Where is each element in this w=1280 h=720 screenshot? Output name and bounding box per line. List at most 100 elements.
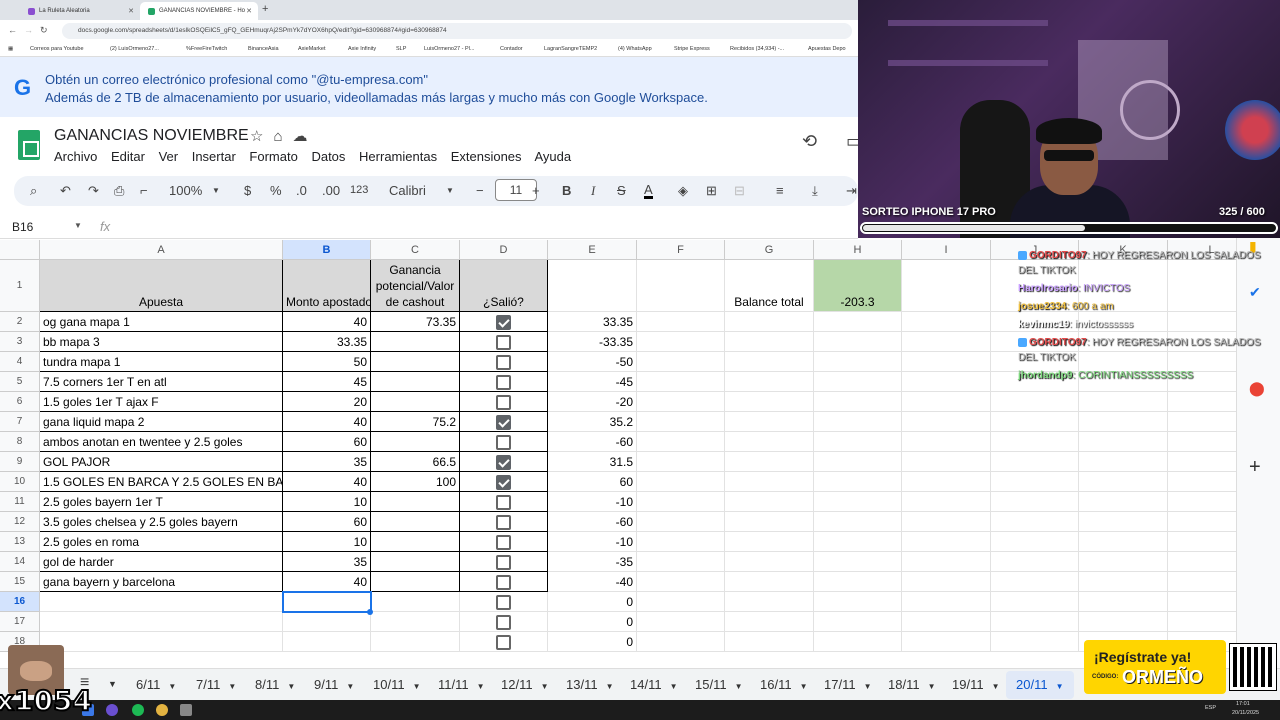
bet-result[interactable]: -10	[548, 532, 637, 552]
bet-amount[interactable]: 40	[283, 412, 371, 432]
bet-payout[interactable]	[371, 332, 460, 352]
bet-description[interactable]: gol de harder	[40, 552, 283, 572]
spotify-icon[interactable]	[132, 704, 144, 716]
bet-result[interactable]: 31.5	[548, 452, 637, 472]
bet-payout[interactable]: 100	[371, 472, 460, 492]
bet-payout[interactable]: 73.35	[371, 312, 460, 332]
won-checkbox[interactable]	[496, 394, 511, 410]
cell[interactable]	[1079, 512, 1168, 532]
bet-payout[interactable]	[371, 572, 460, 592]
star-icon[interactable]: ☆	[250, 128, 273, 145]
bookmark-item[interactable]: (4) WhatsApp	[618, 46, 652, 52]
cell[interactable]	[991, 392, 1079, 412]
won-cell[interactable]	[460, 612, 548, 632]
cell[interactable]	[902, 612, 991, 632]
bet-result[interactable]: -60	[548, 512, 637, 532]
bookmark-item[interactable]: (2) LuisOrmeno27...	[110, 46, 159, 52]
row-header[interactable]: 14	[0, 552, 40, 572]
row-header[interactable]: 5	[0, 372, 40, 392]
won-checkbox[interactable]	[496, 554, 511, 570]
taskbar-app-icon[interactable]	[180, 704, 192, 716]
cell[interactable]	[637, 512, 725, 532]
paint-format-icon[interactable]: ⌐	[140, 183, 148, 198]
cell[interactable]	[902, 592, 991, 612]
font-select[interactable]: Calibri	[389, 183, 426, 198]
cell[interactable]	[814, 492, 902, 512]
balance-label[interactable]: Balance total	[725, 260, 814, 312]
bet-description[interactable]	[40, 592, 283, 612]
chevron-down-icon[interactable]: ▼	[168, 682, 176, 691]
cell[interactable]	[637, 612, 725, 632]
row-header[interactable]: 8	[0, 432, 40, 452]
cell[interactable]	[814, 512, 902, 532]
sheet-tab[interactable]: 14/11 ▼	[630, 677, 678, 692]
cell[interactable]	[725, 552, 814, 572]
won-checkbox[interactable]	[496, 414, 511, 430]
column-header-c[interactable]: C	[371, 240, 460, 260]
column-header-h[interactable]: H	[814, 240, 902, 260]
bet-amount[interactable]: 35	[283, 552, 371, 572]
bet-description[interactable]: gana liquid mapa 2	[40, 412, 283, 432]
cell[interactable]	[725, 432, 814, 452]
row-header[interactable]: 4	[0, 352, 40, 372]
bet-amount[interactable]: 10	[283, 532, 371, 552]
bet-amount[interactable]: 60	[283, 512, 371, 532]
url-input[interactable]: docs.google.com/spreadsheets/d/1eslkOSQE…	[62, 23, 852, 39]
balance-value[interactable]: -203.3	[814, 260, 902, 312]
text-color-button[interactable]: A	[644, 183, 653, 199]
font-size-input[interactable]: 11	[495, 179, 537, 201]
fill-color-icon[interactable]: ◈	[678, 183, 688, 199]
row-header[interactable]: 12	[0, 512, 40, 532]
cell[interactable]	[814, 392, 902, 412]
bet-result[interactable]: -35	[548, 552, 637, 572]
chevron-down-icon[interactable]: ▼	[992, 682, 1000, 691]
bet-description[interactable]	[40, 632, 283, 652]
sheet-tab[interactable]: 7/11 ▼	[196, 677, 236, 692]
header-salio[interactable]: ¿Salió?	[460, 260, 548, 312]
sheet-tab[interactable]: 12/11 ▼	[501, 677, 549, 692]
more-formats-button[interactable]: 123	[350, 184, 368, 196]
bet-description[interactable]: tundra mapa 1	[40, 352, 283, 372]
bet-description[interactable]: 1.5 goles 1er T ajax F	[40, 392, 283, 412]
menu-insertar[interactable]: Insertar	[192, 149, 236, 164]
header-monto[interactable]: Monto apostado	[283, 260, 371, 312]
bet-payout[interactable]	[371, 552, 460, 572]
won-checkbox[interactable]	[496, 474, 511, 490]
bet-amount[interactable]	[283, 612, 371, 632]
cell[interactable]	[1079, 612, 1168, 632]
cell[interactable]	[725, 572, 814, 592]
clock-time[interactable]: 17:01	[1236, 701, 1250, 707]
zoom-select[interactable]: 100%	[169, 183, 202, 198]
column-header-d[interactable]: D	[460, 240, 548, 260]
row-header[interactable]: 7	[0, 412, 40, 432]
cell[interactable]	[902, 332, 991, 352]
cell[interactable]	[1079, 452, 1168, 472]
cell[interactable]	[725, 512, 814, 532]
bet-result[interactable]: -10	[548, 492, 637, 512]
cell[interactable]	[1079, 492, 1168, 512]
search-menus-icon[interactable]: ⌕	[30, 183, 37, 199]
bookmark-item[interactable]: LagranSangreTEMP2	[544, 46, 597, 52]
bet-payout[interactable]	[371, 392, 460, 412]
decrease-font-size-icon[interactable]: −	[476, 183, 484, 198]
cell[interactable]	[1079, 432, 1168, 452]
chevron-down-icon[interactable]: ▼	[477, 682, 485, 691]
cell[interactable]	[991, 412, 1079, 432]
strikethrough-button[interactable]: S	[617, 183, 626, 198]
close-icon[interactable]: ✕	[246, 7, 252, 15]
won-checkbox[interactable]	[496, 334, 511, 350]
chevron-down-icon[interactable]: ▼	[228, 682, 236, 691]
bookmark-item[interactable]: Stripe Express	[674, 46, 710, 52]
cell[interactable]	[1079, 552, 1168, 572]
won-cell[interactable]	[460, 472, 548, 492]
bet-result[interactable]: 60	[548, 472, 637, 492]
sheet-tab[interactable]: 6/11 ▼	[136, 677, 176, 692]
won-cell[interactable]	[460, 572, 548, 592]
won-checkbox[interactable]	[496, 574, 511, 590]
bet-description[interactable]: 2.5 goles en roma	[40, 532, 283, 552]
bookmark-item[interactable]: Recibidos (34,934) -...	[730, 46, 784, 52]
cell[interactable]	[814, 412, 902, 432]
reload-icon[interactable]: ↻	[40, 25, 48, 36]
bet-payout[interactable]	[371, 612, 460, 632]
borders-icon[interactable]: ⊞	[706, 183, 717, 199]
